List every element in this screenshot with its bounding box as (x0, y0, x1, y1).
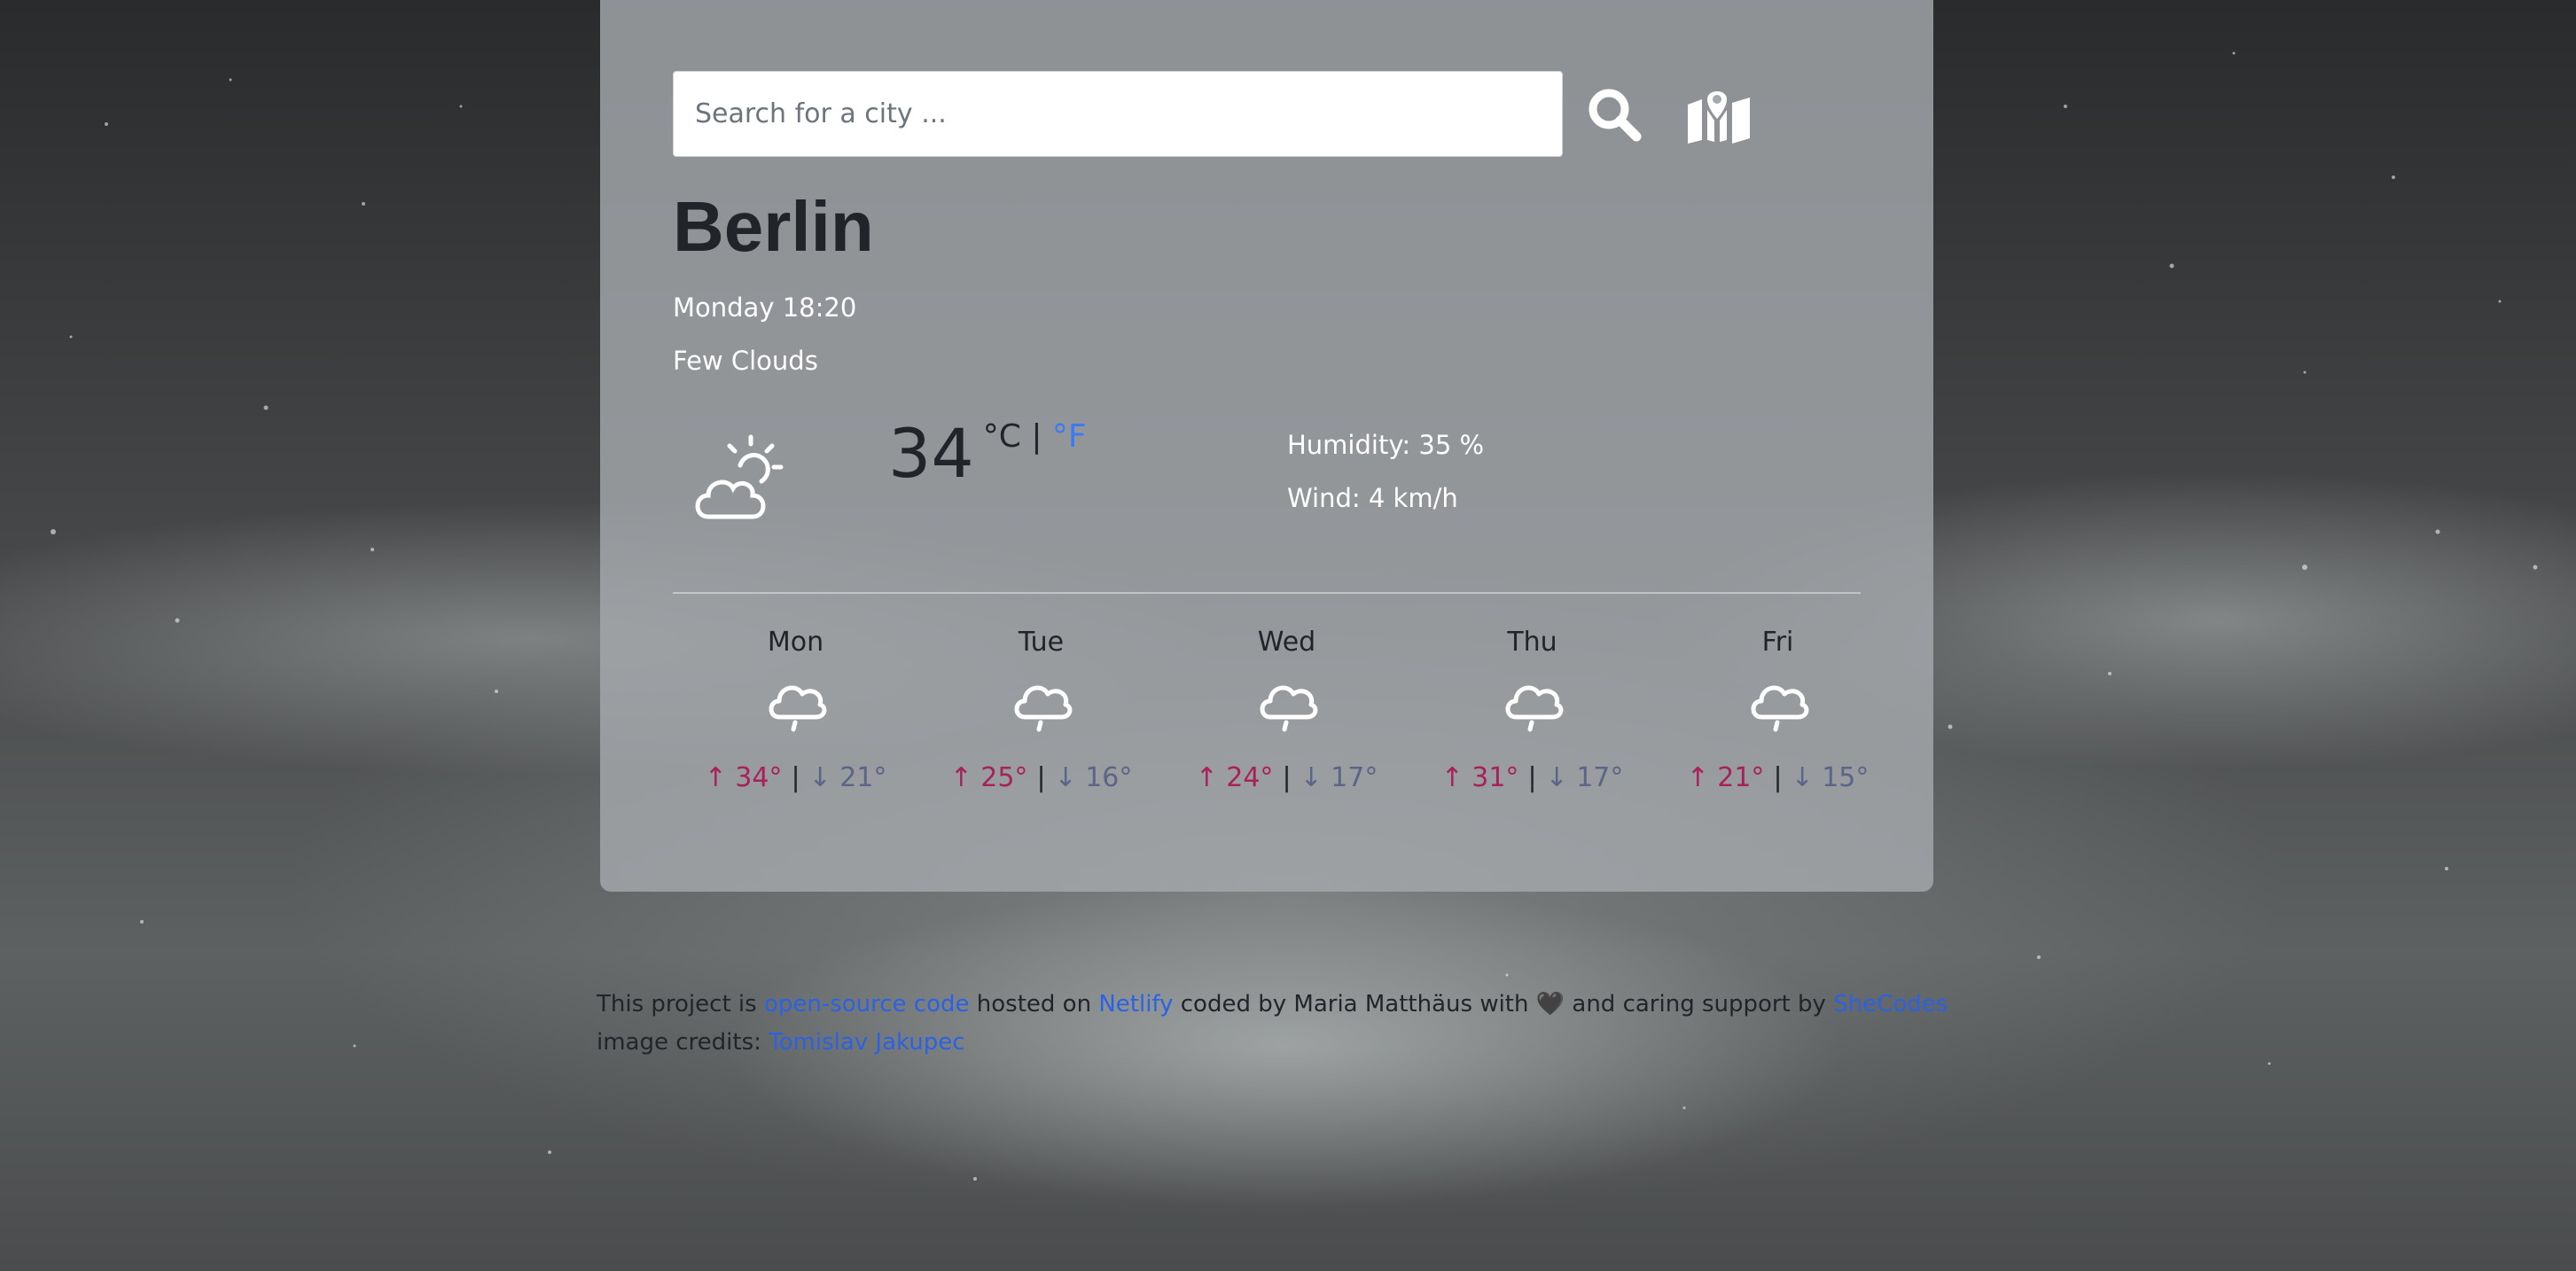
forecast: Mon ↑ 34° | ↓ 21° Tue ↑ 25° | ↓ 16° Wed ↑ 24… (673, 620, 1903, 793)
weather-description: Few Clouds (673, 346, 818, 376)
city-name: Berlin (673, 187, 874, 266)
heart-icon: 🖤 (1535, 991, 1565, 1018)
wind: Wind: 4 km/h (1287, 483, 1458, 513)
forecast-day-name: Thu (1507, 627, 1557, 658)
sun-behind-cloud-icon (695, 434, 784, 519)
image-credits-link[interactable]: Tomislav Jakupec (769, 1029, 964, 1056)
forecast-day: Thu ↑ 31° | ↓ 17° (1409, 620, 1655, 793)
forecast-day-name: Tue (1018, 627, 1065, 658)
forecast-day: Wed ↑ 24° | ↓ 17° (1164, 620, 1409, 793)
forecast-separator: | (1036, 762, 1046, 793)
cloud-rain-icon (1014, 685, 1072, 732)
footer: This project is open-source code hosted … (597, 986, 1948, 1062)
unit-separator: | (1031, 418, 1042, 455)
credits-label: image credits: (597, 1029, 769, 1056)
cloud-rain-icon (1751, 685, 1808, 732)
search-icon (1589, 89, 1642, 141)
forecast-max-temp: ↑ 25° (949, 762, 1028, 793)
forecast-day: Fri ↑ 21° | ↓ 15° (1655, 620, 1901, 793)
cloud-rain-icon (769, 685, 826, 732)
forecast-min-temp: ↓ 17° (1300, 762, 1378, 793)
forecast-separator: | (791, 762, 800, 793)
fahrenheit-link[interactable]: °F (1052, 418, 1087, 455)
forecast-day-name: Mon (767, 627, 824, 658)
shecodes-link[interactable]: SheCodes (1833, 991, 1948, 1018)
footer-text: and caring support by (1565, 991, 1834, 1018)
footer-text: coded by Maria Matthäus with (1173, 991, 1536, 1018)
forecast-min-temp: ↓ 15° (1791, 762, 1870, 793)
current-date: Monday 18:20 (673, 292, 857, 323)
cloud-rain-icon (1260, 685, 1317, 732)
forecast-min-temp: ↓ 21° (808, 762, 887, 793)
current-location-button[interactable] (1683, 79, 1754, 150)
current-temperature: 34 (888, 414, 974, 493)
footer-text: This project is (597, 991, 764, 1018)
forecast-min-temp: ↓ 17° (1545, 762, 1624, 793)
forecast-max-temp: ↑ 34° (704, 762, 783, 793)
forecast-day-name: Fri (1761, 627, 1794, 658)
current-weather-icon-wrap (689, 430, 786, 531)
forecast-separator: | (1773, 762, 1783, 793)
netlify-link[interactable]: Netlify (1098, 991, 1173, 1018)
unit-switch: °C | °F (983, 418, 1087, 455)
forecast-min-temp: ↓ 16° (1054, 762, 1133, 793)
forecast-day-name: Wed (1257, 627, 1316, 658)
forecast-separator: | (1282, 762, 1292, 793)
footer-text: hosted on (969, 991, 1099, 1018)
celsius-unit[interactable]: °C (983, 418, 1021, 455)
search-input[interactable] (673, 71, 1563, 157)
forecast-max-temp: ↑ 21° (1686, 762, 1765, 793)
forecast-day: Tue ↑ 25° | ↓ 16° (918, 620, 1164, 793)
footer-project-line: This project is open-source code hosted … (597, 986, 1948, 1024)
footer-credits-line: image credits: Tomislav Jakupec (597, 1024, 1948, 1062)
map-icon (1688, 90, 1750, 144)
forecast-separator: | (1527, 762, 1537, 793)
cloud-rain-icon (1505, 685, 1563, 732)
temperature-block: 34 °C | °F (888, 409, 1087, 498)
forecast-max-temp: ↑ 31° (1440, 762, 1519, 793)
forecast-day: Mon ↑ 34° | ↓ 21° (673, 620, 918, 793)
humidity: Humidity: 35 % (1287, 430, 1485, 460)
forecast-max-temp: ↑ 24° (1195, 762, 1274, 793)
search-button[interactable] (1579, 79, 1650, 150)
search-form (673, 71, 1754, 157)
weather-card: Berlin Monday 18:20 Few Clouds 34 °C | °… (600, 0, 1933, 892)
divider (673, 592, 1861, 594)
open-source-code-link[interactable]: open-source code (764, 991, 970, 1018)
